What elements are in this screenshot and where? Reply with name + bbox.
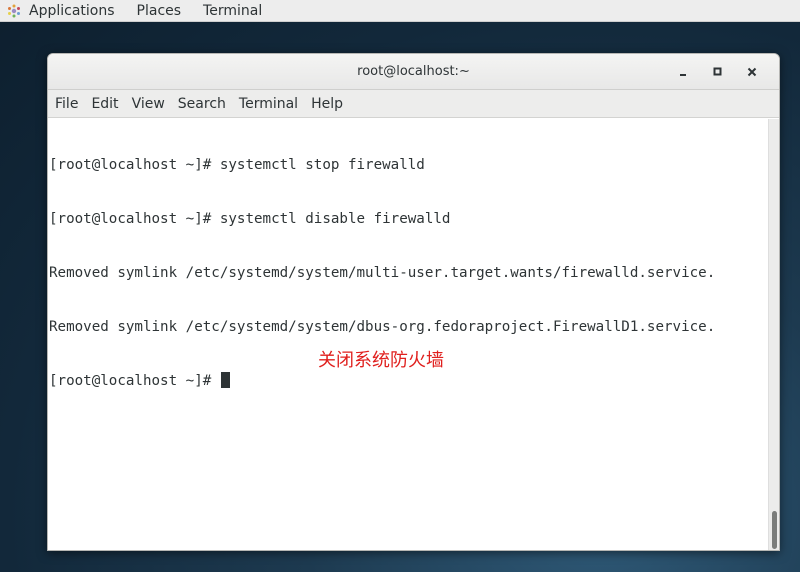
top-bar: Applications Places Terminal bbox=[0, 0, 800, 22]
window-controls bbox=[667, 54, 769, 90]
minimize-icon bbox=[680, 74, 686, 76]
menu-help[interactable]: Help bbox=[311, 96, 343, 112]
menu-view[interactable]: View bbox=[132, 96, 165, 112]
menu-search[interactable]: Search bbox=[178, 96, 226, 112]
gnome-foot-icon[interactable] bbox=[7, 4, 21, 18]
menu-edit[interactable]: Edit bbox=[91, 96, 118, 112]
terminal-line: [root@localhost ~]# systemctl disable fi… bbox=[49, 211, 451, 227]
menu-file[interactable]: File bbox=[55, 96, 78, 112]
terminal-scrollbar[interactable] bbox=[768, 119, 779, 550]
top-menu-places[interactable]: Places bbox=[137, 3, 182, 19]
annotation-text: 关闭系统防火墙 bbox=[318, 350, 444, 371]
top-menu-terminal[interactable]: Terminal bbox=[203, 3, 262, 19]
terminal-output[interactable]: [root@localhost ~]# systemctl stop firew… bbox=[48, 119, 770, 550]
window-menubar: File Edit View Search Terminal Help bbox=[48, 90, 779, 118]
scrollbar-thumb[interactable] bbox=[772, 511, 777, 549]
menu-terminal[interactable]: Terminal bbox=[239, 96, 298, 112]
window-titlebar[interactable]: root@localhost:~ bbox=[48, 54, 779, 90]
window-title: root@localhost:~ bbox=[357, 64, 470, 79]
text-cursor bbox=[220, 372, 230, 388]
maximize-button[interactable] bbox=[701, 60, 735, 84]
close-button[interactable] bbox=[735, 60, 769, 84]
close-icon bbox=[747, 67, 757, 77]
top-menu-applications[interactable]: Applications bbox=[29, 3, 115, 19]
terminal-line: Removed symlink /etc/systemd/system/mult… bbox=[49, 265, 716, 281]
terminal-prompt: [root@localhost ~]# bbox=[49, 373, 220, 389]
minimize-button[interactable] bbox=[667, 60, 701, 84]
maximize-icon bbox=[713, 67, 722, 76]
terminal-line: [root@localhost ~]# systemctl stop firew… bbox=[49, 157, 425, 173]
terminal-line: Removed symlink /etc/systemd/system/dbus… bbox=[49, 319, 716, 335]
terminal-window: root@localhost:~ File Edit View Search T… bbox=[47, 53, 780, 551]
terminal-prompt-line: [root@localhost ~]# bbox=[49, 372, 770, 390]
